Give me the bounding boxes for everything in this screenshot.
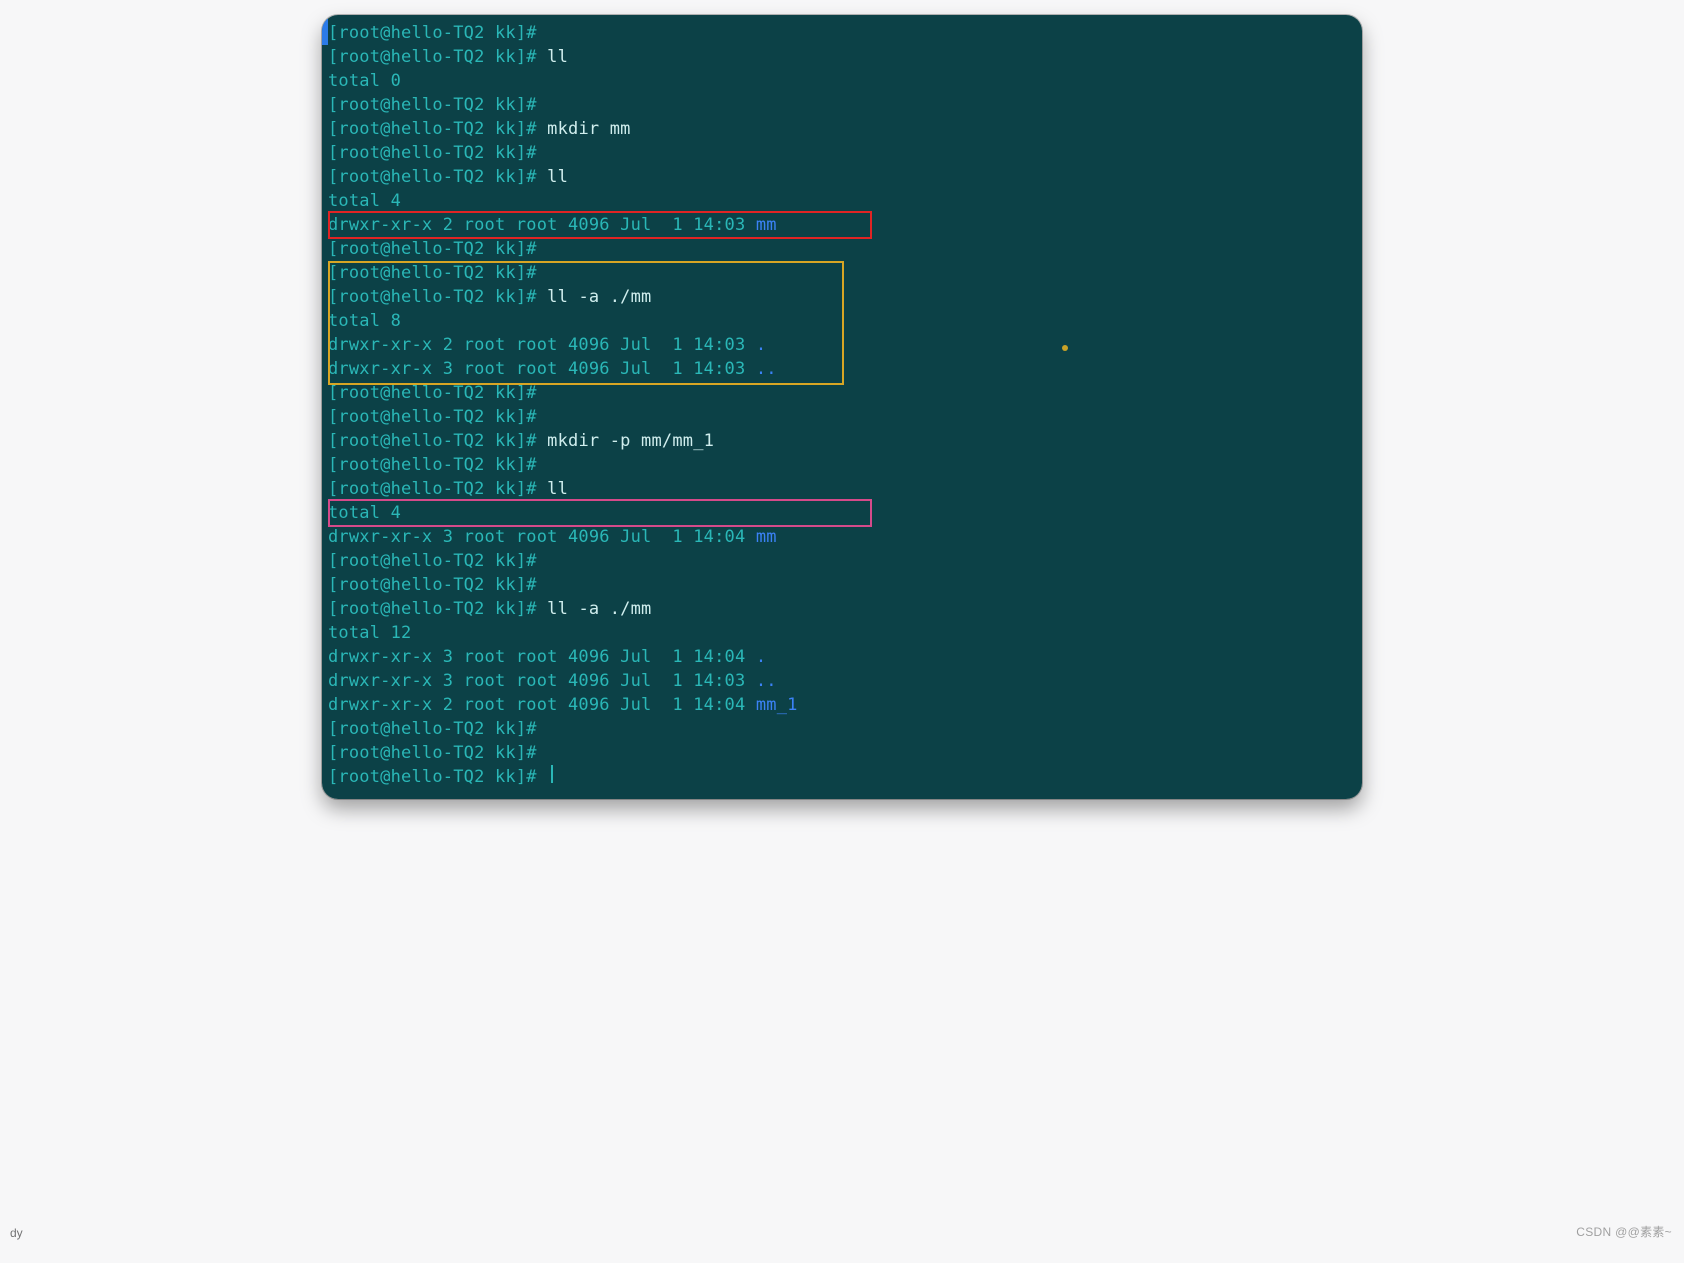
terminal-line: [root@hello-TQ2 kk]# — [326, 741, 1358, 765]
output-text: total 8 — [328, 309, 401, 333]
prompt-text: [root@hello-TQ2 kk]# — [328, 381, 547, 405]
terminal-line: [root@hello-TQ2 kk]# — [326, 93, 1358, 117]
terminal-output[interactable]: [root@hello-TQ2 kk]# [root@hello-TQ2 kk]… — [322, 15, 1362, 799]
terminal-line: drwxr-xr-x 3 root root 4096 Jul 1 14:04 … — [326, 525, 1358, 549]
terminal-line: drwxr-xr-x 3 root root 4096 Jul 1 14:04 … — [326, 645, 1358, 669]
terminal-line: [root@hello-TQ2 kk]# — [326, 717, 1358, 741]
terminal-line: total 12 — [326, 621, 1358, 645]
ls-entry: drwxr-xr-x 3 root root 4096 Jul 1 14:04 — [328, 645, 756, 669]
prompt-text: [root@hello-TQ2 kk]# — [328, 21, 547, 45]
terminal-line: drwxr-xr-x 2 root root 4096 Jul 1 14:03 … — [326, 213, 1358, 237]
prompt-text: [root@hello-TQ2 kk]# — [328, 165, 547, 189]
prompt-text: [root@hello-TQ2 kk]# — [328, 261, 547, 285]
terminal-line: [root@hello-TQ2 kk]# — [326, 21, 1358, 45]
terminal-line: [root@hello-TQ2 kk]# — [326, 765, 1358, 789]
prompt-text: [root@hello-TQ2 kk]# — [328, 597, 547, 621]
prompt-text: [root@hello-TQ2 kk]# — [328, 573, 547, 597]
prompt-text: [root@hello-TQ2 kk]# — [328, 453, 547, 477]
prompt-text: [root@hello-TQ2 kk]# — [328, 717, 547, 741]
terminal-line: drwxr-xr-x 3 root root 4096 Jul 1 14:03 … — [326, 669, 1358, 693]
prompt-text: [root@hello-TQ2 kk]# — [328, 741, 547, 765]
sidebar-active-indicator — [322, 15, 328, 45]
terminal-line: [root@hello-TQ2 kk]# — [326, 261, 1358, 285]
terminal-line: drwxr-xr-x 3 root root 4096 Jul 1 14:03 … — [326, 357, 1358, 381]
output-text: total 4 — [328, 189, 401, 213]
terminal-line: drwxr-xr-x 2 root root 4096 Jul 1 14:03 … — [326, 333, 1358, 357]
terminal-line: [root@hello-TQ2 kk]# ll — [326, 477, 1358, 501]
prompt-text: [root@hello-TQ2 kk]# — [328, 141, 547, 165]
prompt-text: [root@hello-TQ2 kk]# — [328, 429, 547, 453]
terminal-line: [root@hello-TQ2 kk]# ll — [326, 45, 1358, 69]
terminal-line: total 4 — [326, 189, 1358, 213]
output-text: total 12 — [328, 621, 411, 645]
terminal-line: [root@hello-TQ2 kk]# — [326, 141, 1358, 165]
prompt-text: [root@hello-TQ2 kk]# — [328, 285, 547, 309]
command-text: ll -a ./mm — [547, 597, 651, 621]
terminal-line: [root@hello-TQ2 kk]# — [326, 453, 1358, 477]
watermark: CSDN @@素素~ — [1576, 1223, 1672, 1240]
command-text: mkdir mm — [547, 117, 630, 141]
prompt-text: [root@hello-TQ2 kk]# — [328, 405, 547, 429]
directory-name: mm — [756, 525, 777, 549]
terminal-line: [root@hello-TQ2 kk]# ll -a ./mm — [326, 597, 1358, 621]
ls-entry: drwxr-xr-x 3 root root 4096 Jul 1 14:03 — [328, 669, 756, 693]
status-text: dy — [10, 1226, 23, 1240]
terminal-line: [root@hello-TQ2 kk]# ll -a ./mm — [326, 285, 1358, 309]
terminal-line: [root@hello-TQ2 kk]# — [326, 381, 1358, 405]
terminal-line: [root@hello-TQ2 kk]# mkdir -p mm/mm_1 — [326, 429, 1358, 453]
cursor — [551, 765, 553, 783]
directory-name: . — [756, 333, 766, 357]
terminal-line: total 0 — [326, 69, 1358, 93]
directory-name: .. — [756, 357, 777, 381]
prompt-text: [root@hello-TQ2 kk]# — [328, 45, 547, 69]
command-text: ll — [547, 477, 568, 501]
terminal-line: [root@hello-TQ2 kk]# mkdir mm — [326, 117, 1358, 141]
terminal-line: total 8 — [326, 309, 1358, 333]
terminal-line: [root@hello-TQ2 kk]# — [326, 405, 1358, 429]
ls-entry: drwxr-xr-x 3 root root 4096 Jul 1 14:03 — [328, 357, 756, 381]
decorative-dot — [1062, 345, 1068, 351]
directory-name: mm — [756, 213, 777, 237]
ls-entry: drwxr-xr-x 2 root root 4096 Jul 1 14:04 — [328, 693, 756, 717]
terminal-line: total 4 — [326, 501, 1358, 525]
ls-entry: drwxr-xr-x 2 root root 4096 Jul 1 14:03 — [328, 333, 756, 357]
prompt-text: [root@hello-TQ2 kk]# — [328, 93, 547, 117]
directory-name: mm_1 — [756, 693, 798, 717]
ls-entry: drwxr-xr-x 3 root root 4096 Jul 1 14:04 — [328, 525, 756, 549]
prompt-text: [root@hello-TQ2 kk]# — [328, 117, 547, 141]
prompt-text: [root@hello-TQ2 kk]# — [328, 549, 547, 573]
ls-entry: drwxr-xr-x 2 root root 4096 Jul 1 14:03 — [328, 213, 756, 237]
terminal-line: [root@hello-TQ2 kk]# — [326, 573, 1358, 597]
output-text: total 4 — [328, 501, 401, 525]
output-text: total 0 — [328, 69, 401, 93]
terminal-line: drwxr-xr-x 2 root root 4096 Jul 1 14:04 … — [326, 693, 1358, 717]
directory-name: . — [756, 645, 766, 669]
command-text: ll -a ./mm — [547, 285, 651, 309]
terminal-line: [root@hello-TQ2 kk]# ll — [326, 165, 1358, 189]
command-text: mkdir -p mm/mm_1 — [547, 429, 714, 453]
prompt-text: [root@hello-TQ2 kk]# — [328, 477, 547, 501]
prompt-text: [root@hello-TQ2 kk]# — [328, 765, 547, 789]
terminal-line: [root@hello-TQ2 kk]# — [326, 549, 1358, 573]
command-text: ll — [547, 165, 568, 189]
terminal-line: [root@hello-TQ2 kk]# — [326, 237, 1358, 261]
directory-name: .. — [756, 669, 777, 693]
command-text: ll — [547, 45, 568, 69]
terminal-window: [root@hello-TQ2 kk]# [root@hello-TQ2 kk]… — [322, 15, 1362, 799]
prompt-text: [root@hello-TQ2 kk]# — [328, 237, 547, 261]
